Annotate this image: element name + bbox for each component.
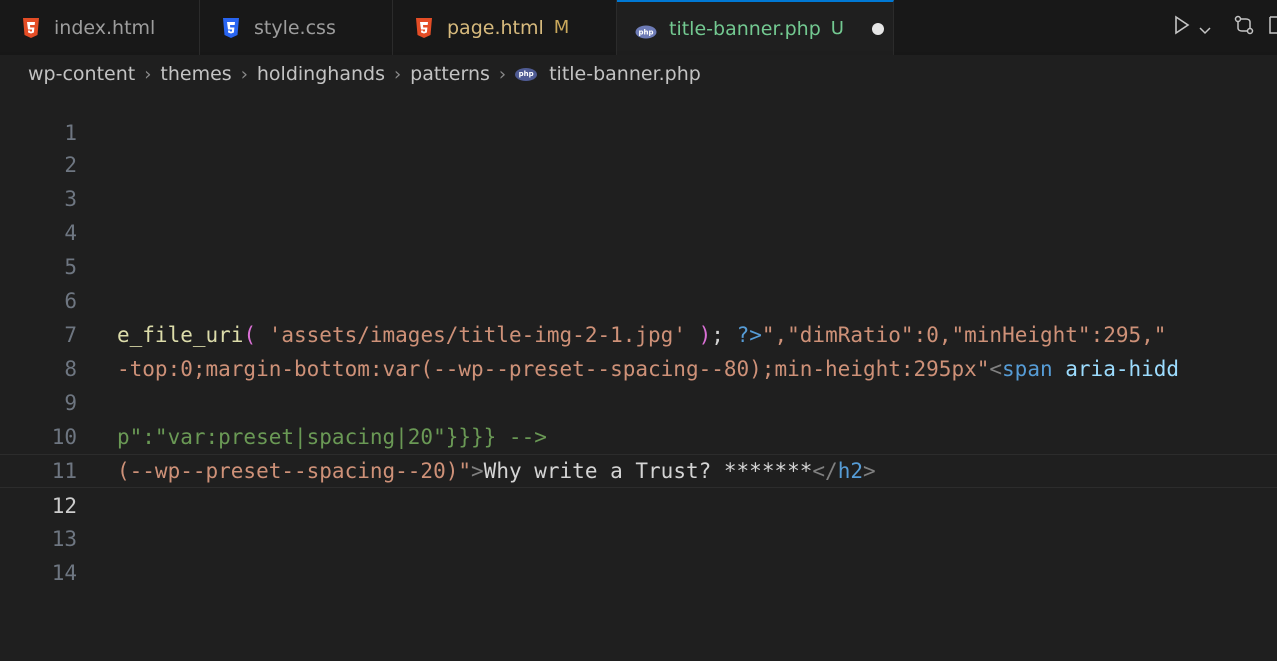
code-token: ?>: [736, 323, 762, 347]
code-text: (--wp--preset--spacing--20)">Why write a…: [117, 454, 876, 488]
code-line[interactable]: 3: [0, 148, 1277, 211]
run-icon[interactable]: [1173, 15, 1191, 40]
unsaved-dot-icon[interactable]: [871, 22, 884, 35]
code-token: ): [698, 323, 712, 347]
tab-label: index.html: [54, 16, 156, 39]
code-token: >: [863, 459, 876, 483]
code-line[interactable]: 4: [0, 182, 1277, 245]
code-token: <: [989, 357, 1003, 381]
code-line[interactable]: 14: [0, 522, 1277, 585]
code-line[interactable]: 9 -top:0;margin-bottom:var(--wp--preset-…: [0, 352, 1277, 415]
tab-label: title-banner.php: [669, 17, 821, 40]
code-line[interactable]: 2: [0, 114, 1277, 177]
code-text: e_file_uri( 'assets/images/title-img-2-1…: [117, 318, 1166, 352]
code-comment: p":"var:preset|spacing|20"}}}} -->: [117, 425, 547, 449]
chevron-right-icon: ›: [393, 63, 402, 85]
code-token: >: [471, 459, 484, 483]
code-line[interactable]: 1: [0, 93, 1277, 145]
tab-style-css[interactable]: style.css: [200, 0, 393, 55]
tab-label: style.css: [254, 16, 336, 39]
code-token: (--wp--preset--spacing--20)": [117, 459, 472, 483]
tab-label: page.html: [447, 16, 544, 39]
code-token: Why write a Trust? *******: [483, 459, 813, 483]
code-line[interactable]: 11 p":"var:preset|spacing|20"}}}} -->: [0, 420, 1277, 483]
svg-text:php: php: [638, 28, 653, 36]
code-line[interactable]: 5: [0, 216, 1277, 279]
code-token: aria-hidd: [1065, 357, 1180, 381]
code-line[interactable]: 6: [0, 250, 1277, 313]
html5-icon: [22, 17, 40, 39]
line-number: 14: [51, 561, 77, 585]
code-line[interactable]: 10: [0, 386, 1277, 449]
css3-icon: [222, 17, 240, 39]
code-text: -top:0;margin-bottom:var(--wp--preset--s…: [117, 352, 1179, 386]
tab-title-banner-php[interactable]: php title-banner.php U: [617, 0, 894, 55]
code-token: (: [243, 323, 257, 347]
tab-index-html[interactable]: index.html: [0, 0, 200, 55]
breadcrumb: wp-content › themes › holdinghands › pat…: [0, 55, 1277, 93]
code-token: ","dimRatio":0,"minHeight":295,": [761, 323, 1167, 347]
chevron-right-icon: ›: [240, 63, 248, 85]
code-token: 'assets/images/title-img-2-1.jpg': [256, 323, 699, 347]
breadcrumb-item[interactable]: title-banner.php: [549, 63, 701, 85]
code-token: -top:0;margin-bottom:var(--wp--preset--s…: [117, 357, 990, 381]
tab-page-html[interactable]: page.html M: [393, 0, 617, 55]
breadcrumb-item[interactable]: holdinghands: [257, 63, 385, 85]
code-token: </: [812, 459, 838, 483]
code-token: ;: [711, 323, 737, 347]
modified-indicator: M: [553, 17, 570, 38]
chevron-right-icon: ›: [144, 63, 152, 85]
breadcrumb-item[interactable]: themes: [160, 63, 231, 85]
editor-actions: [1159, 0, 1277, 55]
untracked-indicator: U: [830, 18, 844, 39]
code-line[interactable]: 8 e_file_uri( 'assets/images/title-img-2…: [0, 318, 1277, 381]
breadcrumb-item[interactable]: wp-content: [28, 63, 135, 85]
code-line[interactable]: 13: [0, 488, 1277, 551]
html5-icon: [415, 17, 433, 39]
code-token: span: [1002, 357, 1053, 381]
editor-window: index.html style.css page.html M php tit…: [0, 0, 1277, 661]
breadcrumb-item[interactable]: patterns: [410, 63, 490, 85]
code-line-current[interactable]: 12 (--wp--preset--spacing--20)">Why writ…: [0, 454, 1277, 518]
code-editor[interactable]: 1 2 3 4 5 6 7 8 e_file_uri( 'assets/imag…: [0, 93, 1277, 661]
chevron-right-icon: ›: [498, 63, 507, 85]
tab-bar: index.html style.css page.html M php tit…: [0, 0, 1277, 56]
split-editor-icon[interactable]: [1269, 14, 1277, 41]
php-icon: php: [515, 67, 538, 81]
chevron-down-icon[interactable]: [1199, 16, 1211, 40]
code-line[interactable]: 7: [0, 284, 1277, 347]
code-token: h2: [837, 459, 863, 483]
compare-changes-icon[interactable]: [1233, 14, 1255, 41]
php-icon: php: [635, 22, 657, 38]
code-token: e_file_uri: [117, 323, 244, 347]
